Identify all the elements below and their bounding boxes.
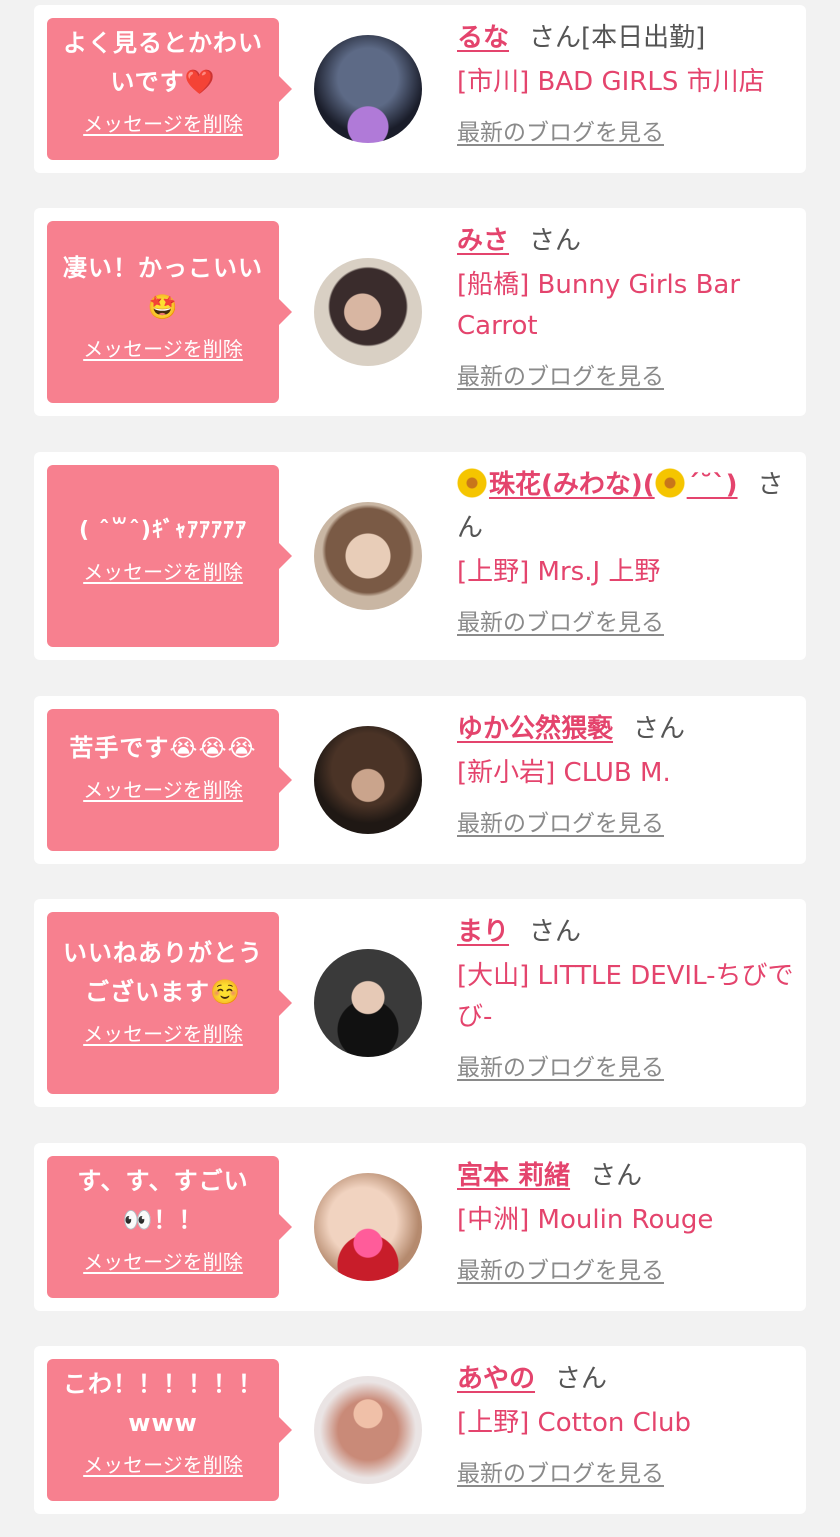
shop-name: [中洲] Moulin Rouge bbox=[457, 1205, 714, 1235]
message-bubble: 凄い！かっこいい 🤩 メッセージを削除 bbox=[47, 221, 292, 403]
message-card: す、す、すごい 👀！！ メッセージを削除 宮本 莉緒 さん [中洲] Moulin… bbox=[34, 1143, 806, 1311]
girl-name-text-2: ˊ˘ˋ) bbox=[686, 470, 738, 500]
shop-name: [大山] LITTLE DEVIL-ちびでび- bbox=[457, 961, 794, 1032]
shop-name: [市川] BAD GIRLS 市川店 bbox=[457, 67, 765, 97]
shop-name: [船橋] Bunny Girls Bar Carrot bbox=[457, 270, 741, 341]
girl-name-text-1: 珠花(みわな)( bbox=[489, 470, 655, 500]
delete-message-link[interactable]: メッセージを削除 bbox=[83, 108, 243, 137]
message-text: ( ˆ꒳ˆ)ｷﾞｬｱｱｱｱｱ bbox=[79, 518, 247, 543]
honorific: さん bbox=[555, 1364, 608, 1394]
delete-message-link[interactable]: メッセージを削除 bbox=[83, 1246, 243, 1275]
flower-icon bbox=[457, 468, 487, 498]
latest-blog-link[interactable]: 最新のブログを見る bbox=[457, 603, 664, 637]
girl-name-link[interactable]: 珠花(みわな)( ˊ˘ˋ) bbox=[457, 468, 738, 500]
girl-name-link[interactable]: みさ bbox=[457, 226, 509, 256]
girl-info: るな さん[本日出勤] [市川] BAD GIRLS 市川店 最新のブログを見る bbox=[457, 17, 797, 147]
message-bubble: ( ˆ꒳ˆ)ｷﾞｬｱｱｱｱｱ メッセージを削除 bbox=[47, 465, 292, 647]
message-card: 苦手です😭😭😭 メッセージを削除 ゆか公然猥褻 さん [新小岩] CLUB M. … bbox=[34, 696, 806, 864]
avatar[interactable] bbox=[314, 949, 422, 1057]
honorific: さん bbox=[633, 714, 686, 744]
message-bubble: 苦手です😭😭😭 メッセージを削除 bbox=[47, 709, 292, 851]
latest-blog-link[interactable]: 最新のブログを見る bbox=[457, 1251, 664, 1285]
girl-info: みさ さん [船橋] Bunny Girls Bar Carrot 最新のブログを… bbox=[457, 220, 797, 391]
shop-name: [新小岩] CLUB M. bbox=[457, 758, 671, 788]
girl-info: ゆか公然猥褻 さん [新小岩] CLUB M. 最新のブログを見る bbox=[457, 708, 797, 838]
shop-name: [上野] Mrs.J 上野 bbox=[457, 557, 661, 587]
girl-name-link[interactable]: 宮本 莉緒 bbox=[457, 1161, 570, 1191]
girl-info: 珠花(みわな)(ˊ˘ˋ) さん [上野] Mrs.J 上野 最新のブログを見る bbox=[457, 464, 797, 637]
message-card: ( ˆ꒳ˆ)ｷﾞｬｱｱｱｱｱ メッセージを削除 珠花(みわな)(ˊ˘ˋ) さん [… bbox=[34, 452, 806, 660]
message-text: 苦手です😭😭😭 bbox=[69, 734, 257, 762]
avatar[interactable] bbox=[314, 726, 422, 834]
delete-message-link[interactable]: メッセージを削除 bbox=[83, 333, 243, 362]
message-text: す、す、すごい 👀！！ bbox=[77, 1167, 249, 1234]
girl-name-link[interactable]: まり bbox=[457, 917, 509, 947]
message-bubble: す、す、すごい 👀！！ メッセージを削除 bbox=[47, 1156, 292, 1298]
message-text: いいねありがとう ございます☺️ bbox=[63, 939, 263, 1006]
honorific: さん bbox=[590, 1161, 643, 1191]
message-text: 凄い！かっこいい 🤩 bbox=[63, 254, 263, 321]
message-bubble: こわ！！！！！！ www メッセージを削除 bbox=[47, 1359, 292, 1501]
avatar[interactable] bbox=[314, 502, 422, 610]
girl-name-link[interactable]: ゆか公然猥褻 bbox=[457, 714, 613, 744]
message-bubble: よく見るとかわい いです❤️ メッセージを削除 bbox=[47, 18, 292, 160]
girl-info: 宮本 莉緒 さん [中洲] Moulin Rouge 最新のブログを見る bbox=[457, 1155, 797, 1285]
message-card: 凄い！かっこいい 🤩 メッセージを削除 みさ さん [船橋] Bunny Girl… bbox=[34, 208, 806, 416]
girl-name-link[interactable]: るな bbox=[457, 23, 509, 53]
message-bubble: いいねありがとう ございます☺️ メッセージを削除 bbox=[47, 912, 292, 1094]
girl-name-link[interactable]: あやの bbox=[457, 1364, 535, 1394]
status-label: [本日出勤] bbox=[581, 23, 706, 53]
latest-blog-link[interactable]: 最新のブログを見る bbox=[457, 357, 664, 391]
girl-info: あやの さん [上野] Cotton Club 最新のブログを見る bbox=[457, 1358, 797, 1488]
honorific: さん bbox=[529, 917, 582, 947]
flower-icon bbox=[654, 468, 685, 498]
delete-message-link[interactable]: メッセージを削除 bbox=[83, 774, 243, 803]
delete-message-link[interactable]: メッセージを削除 bbox=[83, 556, 243, 585]
message-card: いいねありがとう ございます☺️ メッセージを削除 まり さん [大山] LITT… bbox=[34, 899, 806, 1107]
message-text: よく見るとかわい いです❤️ bbox=[63, 29, 263, 96]
honorific: さん bbox=[529, 226, 582, 256]
latest-blog-link[interactable]: 最新のブログを見る bbox=[457, 1454, 664, 1488]
avatar[interactable] bbox=[314, 258, 422, 366]
avatar[interactable] bbox=[314, 1376, 422, 1484]
girl-info: まり さん [大山] LITTLE DEVIL-ちびでび- 最新のブログを見る bbox=[457, 911, 797, 1082]
message-card: こわ！！！！！！ www メッセージを削除 あやの さん [上野] Cotton … bbox=[34, 1346, 806, 1514]
latest-blog-link[interactable]: 最新のブログを見る bbox=[457, 804, 664, 838]
delete-message-link[interactable]: メッセージを削除 bbox=[83, 1449, 243, 1478]
message-card: よく見るとかわい いです❤️ メッセージを削除 るな さん[本日出勤] [市川] … bbox=[34, 5, 806, 173]
avatar[interactable] bbox=[314, 1173, 422, 1281]
delete-message-link[interactable]: メッセージを削除 bbox=[83, 1018, 243, 1047]
latest-blog-link[interactable]: 最新のブログを見る bbox=[457, 1048, 664, 1082]
message-text: こわ！！！！！！ www bbox=[63, 1370, 263, 1437]
shop-name: [上野] Cotton Club bbox=[457, 1408, 692, 1438]
avatar[interactable] bbox=[314, 35, 422, 143]
latest-blog-link[interactable]: 最新のブログを見る bbox=[457, 113, 664, 147]
honorific: さん bbox=[529, 23, 582, 53]
